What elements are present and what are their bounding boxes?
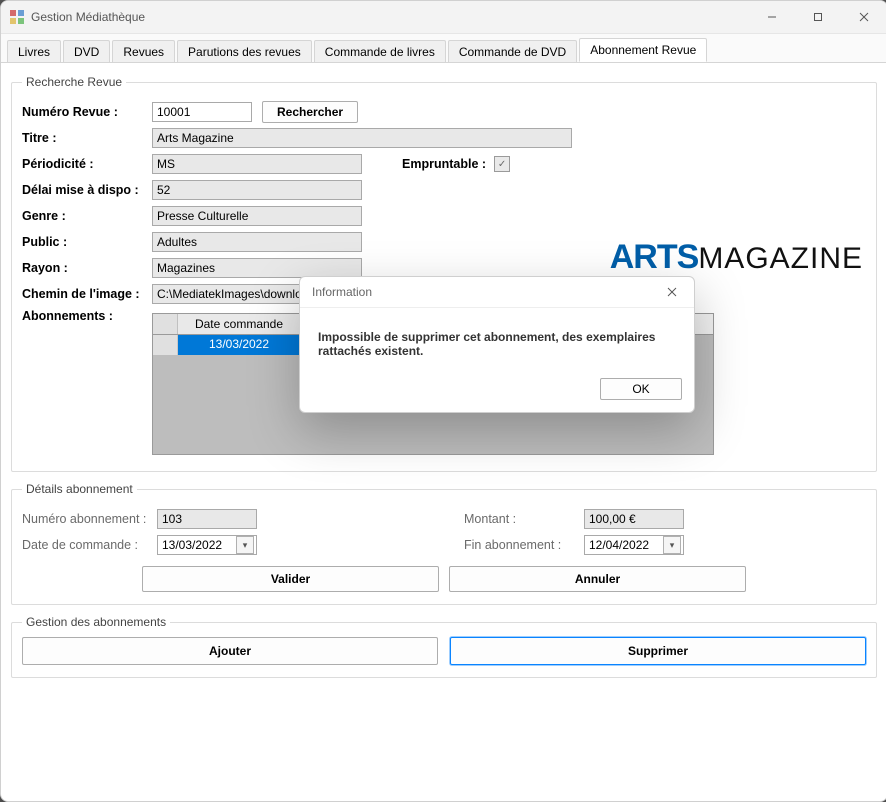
field-public: Adultes — [152, 232, 362, 252]
group-details-legend: Détails abonnement — [22, 482, 137, 496]
field-montant: 100,00 € — [584, 509, 684, 529]
label-genre: Genre : — [22, 209, 152, 223]
supprimer-button[interactable]: Supprimer — [450, 637, 866, 665]
label-public: Public : — [22, 235, 152, 249]
tab-commande-dvd[interactable]: Commande de DVD — [448, 40, 577, 63]
dialog-titlebar: Information — [300, 277, 694, 308]
tab-abonnement-revue[interactable]: Abonnement Revue — [579, 38, 707, 62]
datepicker-date-commande-value: 13/03/2022 — [162, 538, 222, 552]
label-delai: Délai mise à dispo : — [22, 183, 152, 197]
window-title: Gestion Médiathèque — [31, 10, 749, 24]
grid-col-date[interactable]: Date commande — [178, 314, 301, 334]
dialog-ok-button[interactable]: OK — [600, 378, 682, 400]
field-numero-abonnement: 103 — [157, 509, 257, 529]
field-titre: Arts Magazine — [152, 128, 572, 148]
group-gestion-abonnements: Gestion des abonnements Ajouter Supprime… — [11, 615, 877, 678]
tabpage-abonnement-revue: Recherche Revue Numéro Revue : Recherche… — [1, 62, 886, 802]
group-gestion-legend: Gestion des abonnements — [22, 615, 170, 629]
app-window: Gestion Médiathèque Livres DVD Revues Pa… — [0, 0, 886, 802]
brand-magazine: MAGAZINE — [698, 242, 863, 275]
tab-livres[interactable]: Livres — [7, 40, 61, 63]
label-numero-abonnement: Numéro abonnement : — [22, 512, 157, 526]
maximize-button[interactable] — [795, 1, 841, 33]
app-icon — [9, 9, 25, 25]
label-date-commande: Date de commande : — [22, 538, 157, 552]
dialog-information: Information Impossible de supprimer cet … — [299, 276, 695, 413]
grid-cell-date: 13/03/2022 — [178, 335, 301, 355]
tab-commande-livres[interactable]: Commande de livres — [314, 40, 446, 63]
datepicker-date-commande[interactable]: 13/03/2022 ▾ — [157, 535, 257, 555]
tabstrip: Livres DVD Revues Parutions des revues C… — [1, 34, 886, 62]
label-rayon: Rayon : — [22, 261, 152, 275]
group-details-abonnement: Détails abonnement Numéro abonnement : 1… — [11, 482, 877, 605]
datepicker-fin-abonnement[interactable]: 12/04/2022 ▾ — [584, 535, 684, 555]
field-delai: 52 — [152, 180, 362, 200]
checkbox-empruntable[interactable]: ✓ — [494, 156, 510, 172]
calendar-icon[interactable]: ▾ — [663, 536, 681, 554]
label-abonnements: Abonnements : — [22, 309, 152, 323]
label-titre: Titre : — [22, 131, 152, 145]
label-numero-revue: Numéro Revue : — [22, 105, 152, 119]
calendar-icon[interactable]: ▾ — [236, 536, 254, 554]
dialog-title: Information — [312, 285, 372, 299]
valider-button[interactable]: Valider — [142, 566, 439, 592]
label-montant: Montant : — [464, 512, 584, 526]
dialog-close-button[interactable] — [658, 280, 686, 304]
revue-cover-image: ARTSMAGAZINE — [573, 238, 863, 277]
titlebar: Gestion Médiathèque — [1, 1, 886, 34]
field-rayon: Magazines — [152, 258, 362, 278]
brand-arts: ARTS — [610, 238, 699, 276]
minimize-button[interactable] — [749, 1, 795, 33]
tab-dvd[interactable]: DVD — [63, 40, 110, 63]
rechercher-button[interactable]: Rechercher — [262, 101, 358, 123]
datepicker-fin-abonnement-value: 12/04/2022 — [589, 538, 649, 552]
ajouter-button[interactable]: Ajouter — [22, 637, 438, 665]
close-button[interactable] — [841, 1, 886, 33]
group-recherche-legend: Recherche Revue — [22, 75, 126, 89]
input-numero-revue[interactable] — [152, 102, 252, 122]
dialog-message: Impossible de supprimer cet abonnement, … — [300, 308, 694, 372]
tab-revues[interactable]: Revues — [112, 40, 175, 63]
label-fin-abonnement: Fin abonnement : — [464, 538, 584, 552]
field-periodicite: MS — [152, 154, 362, 174]
label-image: Chemin de l'image : — [22, 287, 152, 301]
field-genre: Presse Culturelle — [152, 206, 362, 226]
tab-parutions[interactable]: Parutions des revues — [177, 40, 312, 63]
annuler-button[interactable]: Annuler — [449, 566, 746, 592]
label-empruntable: Empruntable : — [402, 157, 486, 171]
label-periodicite: Périodicité : — [22, 157, 152, 171]
